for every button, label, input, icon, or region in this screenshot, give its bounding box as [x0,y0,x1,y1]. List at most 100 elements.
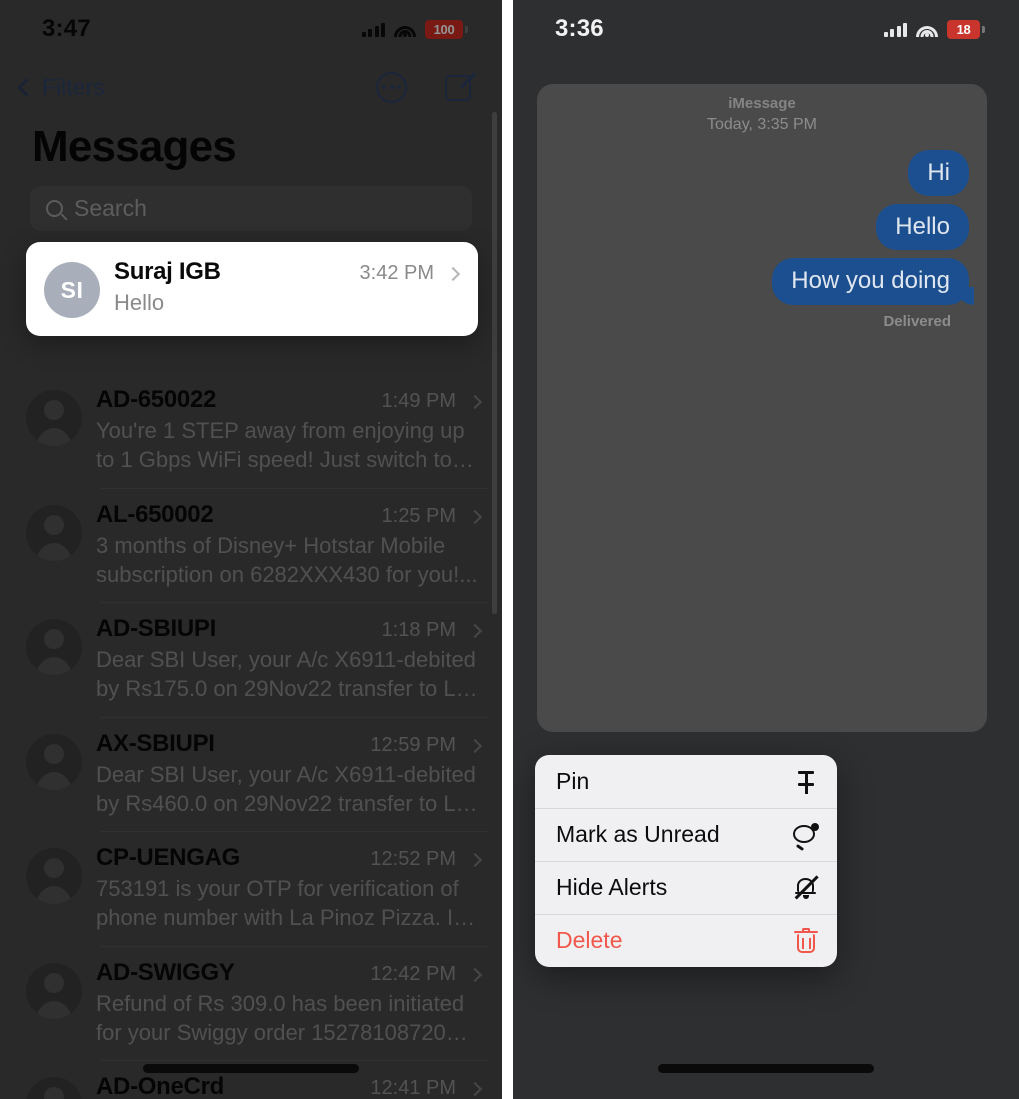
conversation-time: 3:42 PM [359,262,434,284]
status-bar-indicators: 18 [883,19,985,39]
chevron-right-icon [467,509,483,524]
avatar [26,504,82,561]
search-placeholder: Search [74,195,147,221]
back-button-label: Filters [42,73,105,100]
context-menu-item-delete[interactable]: Delete [535,914,837,967]
bell-slash-icon [793,874,819,901]
battery-icon: 18 [947,19,985,39]
conversation-preview: 753191 is your OTP for verification of p… [96,876,460,931]
message-bubble[interactable]: Hi [908,149,969,197]
pin-icon [793,769,819,795]
signal-bars-icon [883,22,907,37]
chevron-right-icon [467,1081,483,1097]
message-row: How you doing [537,258,969,305]
battery-level: 18 [956,21,971,37]
conversation-list: AD-650022 1:49 PM You're 1 STEP away fro… [0,245,502,1099]
home-indicator[interactable] [658,1064,874,1073]
timestamp-label: Today, 3:35 PM [707,116,817,134]
chevron-right-icon [467,852,483,868]
message-bubbles: Hi Hello How you doing Delivered [537,136,987,330]
context-menu-item-pin[interactable]: Pin [535,755,837,808]
status-bar-indicators: 100 [361,19,468,39]
conversation-preview: Hello [114,290,165,315]
nav-actions [376,71,476,103]
trash-icon [793,927,819,954]
conversation-preview: Dear SBI User, your A/c X6911-debited by… [96,647,476,702]
chevron-right-icon [467,738,483,753]
avatar: SI [44,262,100,318]
message-bubble[interactable]: Hello [876,204,969,251]
wifi-icon [394,21,416,37]
chat-bubble-dot-icon [793,822,819,851]
chevron-right-icon [445,266,461,282]
message-row: Hi [537,149,969,197]
wifi-icon [916,21,938,37]
menu-item-label: Delete [556,927,623,953]
conversation-name: AD-SBIUPI [96,615,216,642]
battery-icon: 100 [425,19,468,39]
delivery-status: Delivered [883,312,951,330]
messages-list-screen: 3:47 100 Filters Messages Search AD-6500… [0,0,502,1099]
conversation-preview-card[interactable]: iMessage Today, 3:35 PM Hi Hello How you… [537,84,987,732]
home-indicator[interactable] [143,1064,359,1073]
chevron-right-icon [467,623,483,639]
status-bar-time: 3:47 [42,15,91,42]
conversation-time: 12:52 PM [370,848,456,870]
menu-item-label: Mark as Unread [556,821,720,847]
list-item[interactable]: AD-650022 1:49 PM You're 1 STEP away fro… [0,373,502,488]
list-item[interactable]: AD-SBIUPI 1:18 PM Dear SBI User, your A/… [0,602,502,717]
chevron-right-icon [467,967,483,982]
conversation-preview: Dear SBI User, your A/c X6911-debited by… [96,761,476,816]
status-bar: 3:47 100 [0,0,502,58]
back-to-filters-button[interactable]: Filters [17,73,105,101]
avatar [26,390,82,446]
context-menu: Pin Mark as Unread Hide Alerts Delete [535,755,837,967]
conversation-time: 1:25 PM [381,504,456,527]
conversation-time: 12:59 PM [370,733,456,756]
conversation-preview: 3 months of Disney+ Hotstar Mobile subsc… [96,532,478,587]
chevron-left-icon [17,77,36,97]
screenshot-stage: 3:47 100 Filters Messages Search AD-6500… [0,0,1019,1099]
conversation-preview: You're 1 STEP away from enjoying up to 1… [96,418,465,473]
list-item[interactable]: AX-SBIUPI 12:59 PM Dear SBI User, your A… [0,716,502,832]
menu-item-label: Hide Alerts [556,874,668,900]
list-item[interactable]: CP-UENGAG 12:52 PM 753191 is your OTP fo… [0,831,502,946]
search-icon [46,200,63,217]
status-bar: 3:36 18 [513,0,1019,58]
conversation-time: 12:42 PM [370,962,456,985]
page-title: Messages [32,122,237,171]
context-menu-item-hide-alerts[interactable]: Hide Alerts [535,861,837,914]
conversation-time: 12:41 PM [370,1077,456,1099]
scrollbar[interactable] [492,112,497,614]
battery-level: 100 [433,21,455,37]
menu-item-label: Pin [556,768,590,794]
more-options-icon[interactable] [376,71,407,103]
conversation-name: AL-650002 [96,500,214,528]
conversation-name: AD-OneCrd [96,1073,224,1099]
chevron-right-icon [467,394,483,410]
conversation-time: 1:18 PM [381,619,456,641]
list-item[interactable]: AD-SWIGGY 12:42 PM Refund of Rs 309.0 ha… [0,945,502,1061]
conversation-context-menu-screen: 3:36 18 iMessage Today, 3:35 PM Hi Hello… [513,0,1019,1099]
status-bar-time: 3:36 [555,15,604,42]
navigation-bar: Filters [0,58,502,116]
message-bubble[interactable]: How you doing [772,258,969,305]
search-input[interactable]: Search [30,186,472,231]
conversation-time: 1:49 PM [381,390,456,412]
selected-conversation-row[interactable]: SI Suraj IGB 3:42 PM Hello [26,242,478,336]
conversation-name: AX-SBIUPI [96,729,215,757]
avatar-initials: SI [60,276,84,303]
signal-bars-icon [361,22,385,37]
avatar [26,619,82,675]
conversation-name: AD-650022 [96,386,217,413]
avatar [26,848,82,904]
avatar [26,962,82,1019]
conversation-name: AD-SWIGGY [96,958,235,986]
message-row: Hello [537,204,969,251]
service-label: iMessage [728,95,796,112]
list-item[interactable]: AL-650002 1:25 PM 3 months of Disney+ Ho… [0,487,502,603]
conversation-name: Suraj IGB [114,258,221,285]
compose-icon[interactable] [445,71,476,102]
context-menu-item-mark-as-unread[interactable]: Mark as Unread [535,808,837,861]
message-timestamp-header: iMessage Today, 3:35 PM [537,84,987,136]
